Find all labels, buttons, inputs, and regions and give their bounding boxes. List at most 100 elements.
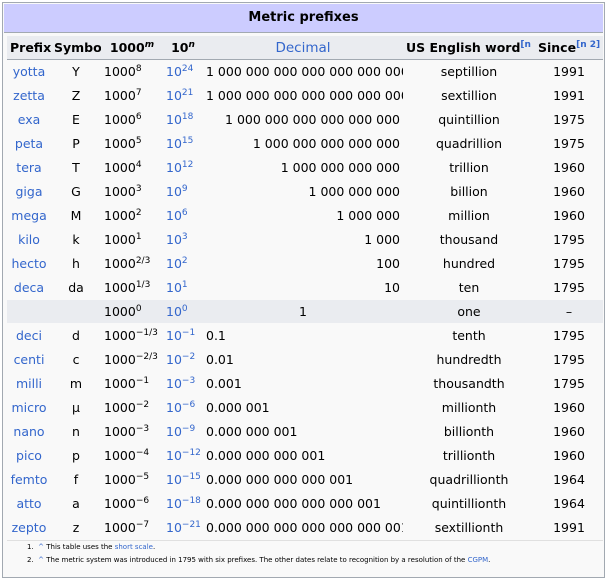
prefix-link[interactable]: mega [7,203,51,228]
power-10-link[interactable]: 109 [163,179,203,204]
power-10-link[interactable]: 10−2 [163,347,203,372]
decimal-value-cell: 0.01 [203,347,403,372]
prefix-link[interactable]: femto [7,467,51,492]
power-10-link[interactable]: 10−9 [163,419,203,444]
table-row: atto a 1000−6 10−18 0.000 000 000 000 000 00… [7,491,603,516]
table-row: zepto z 1000−7 10−21 0.000 000 000 000 000 0… [7,515,603,540]
prefix-link[interactable]: milli [7,371,51,396]
short-scale-link[interactable]: short scale [115,543,153,551]
prefix-link[interactable]: atto [7,491,51,516]
power-10-link[interactable]: 101 [163,275,203,300]
symbol-cell: M [51,203,101,228]
us-word-cell: one [403,299,535,324]
symbol-cell: n [51,419,101,444]
prefix-link[interactable]: peta [7,131,51,156]
since-year-cell: 1960 [535,155,603,180]
decimal-value-cell: 0.000 000 000 000 000 001 [203,491,403,516]
power-10-link[interactable]: 10−6 [163,395,203,420]
power-10-link[interactable]: 1012 [163,155,203,180]
prefix-link[interactable]: zepto [7,515,51,540]
power-10-link[interactable]: 103 [163,227,203,252]
power-10-link[interactable]: 10−12 [163,443,203,468]
power-10-link[interactable]: 10−1 [163,323,203,348]
power-1000-cell: 10001 [101,227,163,252]
us-word-cell: sextillion [403,83,535,108]
header-prefix[interactable]: Prefix [7,36,51,60]
since-year-cell: 1975 [535,107,603,132]
table-row: deci d 1000−1/3 10−1 0.1 tenth 1795 [7,323,603,348]
prefix-link[interactable]: hecto [7,251,51,276]
cgpm-link[interactable]: CGPM [468,556,489,564]
prefix-link[interactable]: yotta [7,59,51,84]
us-word-cell: thousand [403,227,535,252]
prefix-link[interactable]: deci [7,323,51,348]
power-10-link[interactable]: 1021 [163,83,203,108]
note-ref-2[interactable]: [n 2] [576,40,600,50]
since-year-cell: 1795 [535,371,603,396]
table-row: micro μ 1000−2 10−6 0.000 001 millionth 1960 [7,395,603,420]
power-1000-cell: 10002/3 [101,251,163,276]
power-10-link[interactable]: 102 [163,251,203,276]
prefix-link[interactable]: zetta [7,83,51,108]
power-1000-cell: 10003 [101,179,163,204]
power-10-link[interactable]: 1018 [163,107,203,132]
header-base-1000[interactable]: 1000m [101,36,163,60]
since-year-cell: 1964 [535,467,603,492]
power-10-link[interactable]: 100 [163,299,203,324]
decimal-value-cell: 0.000 000 000 001 [203,443,403,468]
power-10-link[interactable]: 1015 [163,131,203,156]
table-row: yotta Y 10008 1024 1 000 000 000 000 000 000… [7,59,603,84]
us-word-cell: quintillion [403,107,535,132]
decimal-value-cell: 1 000 000 000 000 [203,155,403,180]
us-word-cell: septillion [403,59,535,84]
prefix-link[interactable]: deca [7,275,51,300]
symbol-cell: z [51,515,101,540]
symbol-cell: f [51,467,101,492]
us-word-cell: quintillionth [403,491,535,516]
header-symbol[interactable]: Symbol [51,36,101,60]
prefix-link[interactable]: exa [7,107,51,132]
prefix-link[interactable]: nano [7,419,51,444]
symbol-cell: P [51,131,101,156]
since-year-cell: 1960 [535,419,603,444]
power-10-link[interactable]: 10−15 [163,467,203,492]
decimal-value-cell: 1 000 000 000 000 000 000 000 [203,83,403,108]
note-ref-1[interactable]: [n 1] [520,40,535,50]
power-10-link[interactable]: 106 [163,203,203,228]
header-decimal-link[interactable]: Decimal [203,36,403,60]
header-base-10[interactable]: 10n [163,36,203,60]
decimal-value-cell: 0.000 000 001 [203,419,403,444]
prefix-link[interactable]: pico [7,443,51,468]
power-1000-cell: 1000−1/3 [101,323,163,348]
prefix-link[interactable]: giga [7,179,51,204]
since-year-cell: 1960 [535,179,603,204]
prefix-link[interactable]: micro [7,395,51,420]
power-10-link[interactable]: 10−18 [163,491,203,516]
power-1000-cell: 1000−2/3 [101,347,163,372]
power-1000-cell: 1000−6 [101,491,163,516]
table-row: centi c 1000−2/3 10−2 0.01 hundredth 1795 [7,347,603,372]
since-year-cell: 1991 [535,515,603,540]
footnote-2-backlink[interactable]: ^ [38,556,44,564]
decimal-value-cell: 1 000 000 000 [203,179,403,204]
symbol-cell: c [51,347,101,372]
power-10-link[interactable]: 10−3 [163,371,203,396]
prefix-link[interactable]: tera [7,155,51,180]
table-row: mega M 10002 106 1 000 000 million 1960 [7,203,603,228]
us-word-cell: trillionth [403,443,535,468]
us-word-cell: billionth [403,419,535,444]
symbol-cell: m [51,371,101,396]
prefix-link[interactable]: kilo [7,227,51,252]
table-row: exa E 10006 1018 1 000 000 000 000 000 000 qu… [7,107,603,132]
metric-prefixes-table: Prefix Symbol 1000m 10n Decimal US Engli… [7,36,603,564]
prefix-link[interactable]: centi [7,347,51,372]
footnote-1-backlink[interactable]: ^ [38,543,44,551]
power-1000-cell: 10008 [101,59,163,84]
us-word-cell: quadrillion [403,131,535,156]
us-word-cell: trillion [403,155,535,180]
header-us-english-word[interactable]: US English word[n 1] [403,36,535,60]
power-10-link[interactable]: 10−21 [163,515,203,540]
symbol-cell: Z [51,83,101,108]
header-since[interactable]: Since[n 2] [535,36,603,60]
power-10-link[interactable]: 1024 [163,59,203,84]
